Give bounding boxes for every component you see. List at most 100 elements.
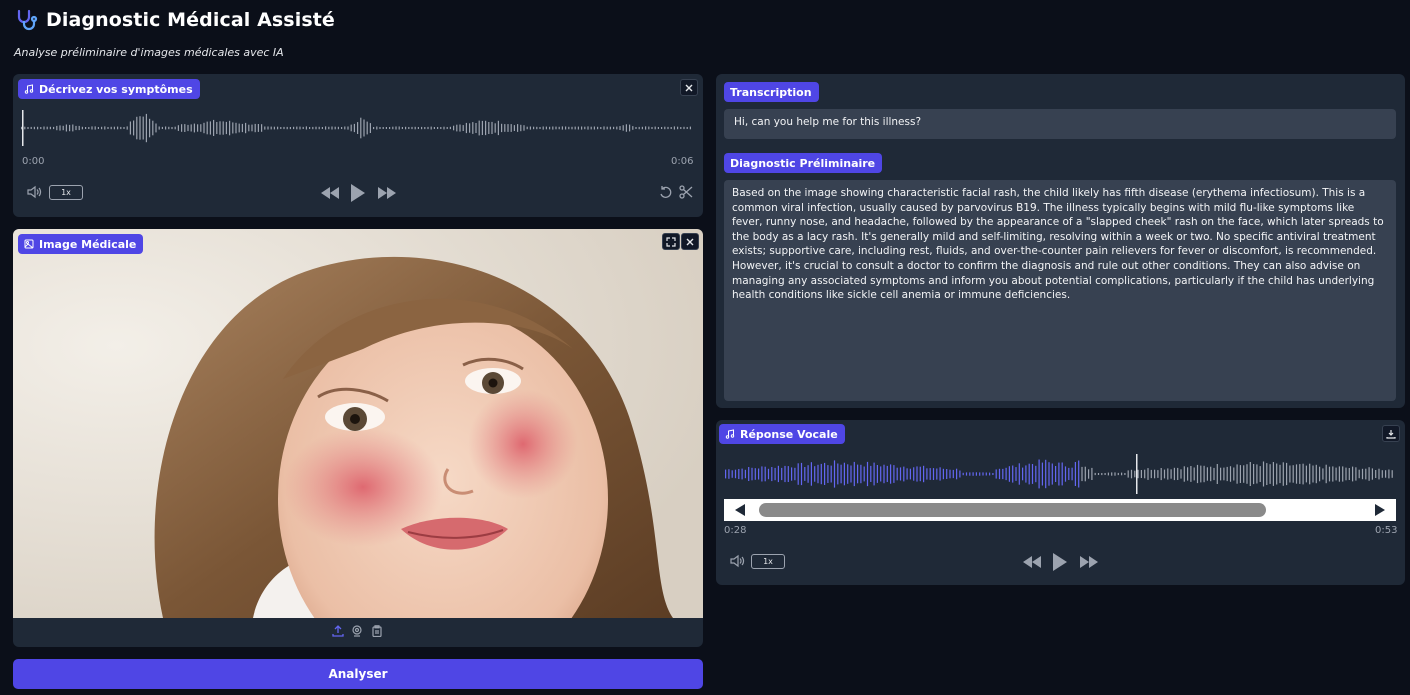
trim-button[interactable]	[678, 184, 694, 200]
waveform-bar	[1002, 468, 1004, 480]
waveform-bar	[408, 127, 410, 129]
waveform-bar	[581, 126, 583, 130]
waveform-bar	[75, 125, 77, 131]
playhead[interactable]	[1136, 454, 1138, 494]
waveform-bar	[866, 461, 869, 487]
waveform-bar	[229, 120, 231, 136]
waveform-bar	[574, 126, 576, 130]
play-button[interactable]	[348, 182, 368, 204]
waveform-bar	[1111, 472, 1113, 476]
waveform-bar	[168, 126, 170, 130]
diagnostic-output[interactable]: Based on the image showing characteristi…	[724, 180, 1396, 401]
waveform-bar	[629, 124, 631, 132]
waveform-bar	[989, 472, 991, 476]
voice-response-panel: Réponse Vocale 0:28 0:53 1x	[716, 420, 1405, 585]
waveform-bar	[949, 469, 951, 479]
play-button[interactable]	[1050, 551, 1070, 573]
webcam-button[interactable]	[350, 624, 364, 638]
scroll-left-arrow[interactable]	[734, 503, 746, 517]
transcription-output[interactable]: Hi, can you help me for this illness?	[724, 109, 1396, 139]
rewind-button[interactable]	[320, 185, 340, 201]
waveform-bar	[876, 465, 878, 483]
waveform-bar	[245, 122, 247, 134]
app-header: Diagnostic Médical Assisté	[14, 8, 335, 32]
waveform-bar	[784, 465, 786, 483]
volume-button[interactable]	[25, 184, 43, 200]
waveform-bar	[549, 126, 551, 130]
waveform-bar	[145, 113, 147, 143]
waveform-bar	[952, 469, 954, 479]
waveform-bar	[1025, 465, 1027, 483]
waveform-bar	[440, 127, 442, 129]
waveform-bar	[1279, 464, 1281, 484]
upload-button[interactable]	[331, 624, 345, 638]
audio-scrollbar[interactable]	[724, 499, 1396, 521]
volume-button[interactable]	[728, 553, 746, 569]
waveform-bar	[781, 467, 783, 481]
current-time: 0:28	[724, 525, 747, 536]
rewind-button[interactable]	[1022, 554, 1042, 570]
waveform-bar	[982, 472, 984, 476]
waveform-bar	[1236, 464, 1238, 484]
waveform-bar	[613, 126, 615, 130]
stethoscope-icon	[17, 9, 38, 31]
waveform-bar	[1371, 468, 1373, 480]
waveform-bar	[289, 127, 291, 130]
diagnostic-label: Diagnostic Préliminaire	[724, 153, 883, 173]
waveform-bar	[1071, 467, 1073, 481]
waveform-bar	[686, 127, 688, 129]
fast-forward-button[interactable]	[1079, 554, 1099, 570]
waveform-bar	[165, 126, 167, 130]
symptoms-waveform[interactable]	[21, 108, 695, 148]
waveform-bar	[241, 123, 243, 133]
waveform-bar	[833, 460, 836, 488]
playback-speed-button[interactable]: 1x	[49, 185, 83, 200]
medical-image[interactable]	[13, 229, 703, 618]
waveform-bar	[267, 126, 269, 130]
waveform-bar	[478, 120, 480, 136]
analyze-button[interactable]: Analyser	[13, 659, 703, 689]
waveform-bar	[641, 126, 643, 130]
waveform-bar	[1328, 466, 1331, 482]
waveform-bar	[321, 127, 323, 129]
waveform-bar	[1048, 462, 1050, 486]
waveform-bar	[1157, 470, 1159, 478]
waveform-bar	[1193, 467, 1195, 481]
waveform-bar	[1206, 467, 1208, 481]
waveform-bar	[609, 126, 611, 130]
undo-button[interactable]	[658, 184, 674, 200]
waveform-bar	[923, 465, 925, 483]
waveform-bar	[449, 126, 451, 130]
clipboard-button[interactable]	[370, 624, 384, 638]
clear-image-button[interactable]	[681, 233, 699, 250]
fullscreen-button[interactable]	[662, 233, 680, 250]
scroll-right-arrow[interactable]	[1374, 503, 1386, 517]
waveform-bar	[197, 124, 199, 132]
waveform-bar	[913, 467, 915, 481]
waveform-bar	[899, 467, 902, 481]
waveform-bar	[1084, 466, 1086, 482]
waveform-bar	[1170, 469, 1172, 479]
waveform-bar	[171, 127, 173, 130]
waveform-bar	[744, 469, 746, 479]
waveform-bar	[446, 127, 448, 129]
download-button[interactable]	[1382, 425, 1400, 442]
waveform-bar	[616, 126, 618, 130]
waveform-bar	[1101, 473, 1103, 476]
waveform-bar	[526, 126, 528, 130]
waveform-bar	[635, 127, 637, 129]
waveform-bar	[238, 123, 240, 133]
waveform-bar	[558, 126, 560, 130]
waveform-bar	[883, 464, 885, 484]
close-audio-button[interactable]	[680, 79, 698, 96]
waveform-bar	[593, 126, 595, 130]
waveform-bar	[261, 124, 263, 132]
playhead[interactable]	[22, 110, 24, 146]
playback-speed-button[interactable]: 1x	[751, 554, 785, 569]
voice-waveform[interactable]	[725, 452, 1397, 496]
fast-forward-button[interactable]	[377, 185, 397, 201]
waveform-bar	[1233, 467, 1235, 481]
volume-icon	[730, 554, 745, 568]
waveform-bar	[1068, 467, 1070, 480]
scrollbar-thumb[interactable]	[759, 503, 1266, 517]
